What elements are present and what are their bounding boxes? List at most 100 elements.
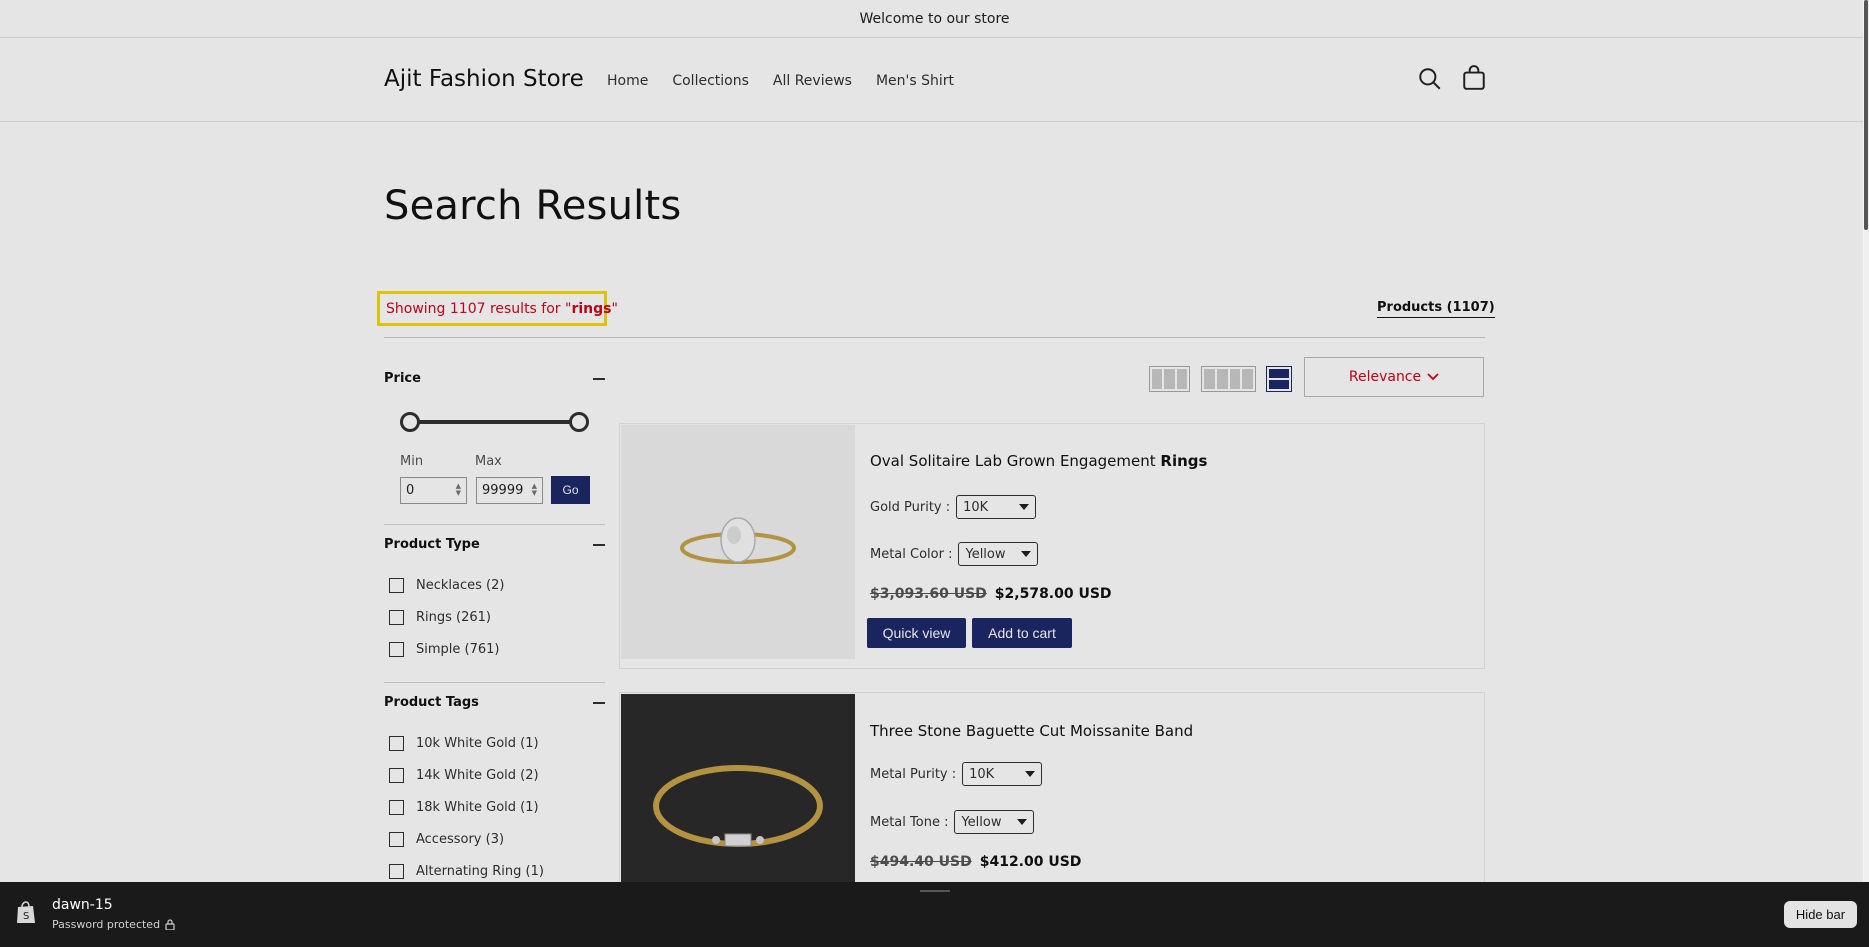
price-slider-min-handle[interactable] (400, 412, 420, 432)
grid-3-layout-button[interactable] (1149, 366, 1190, 392)
product-image-baguette-band[interactable] (621, 694, 855, 882)
checkbox[interactable] (389, 642, 404, 657)
cart-icon[interactable] (1461, 65, 1487, 91)
sale-price: $2,578.00 USD (994, 586, 1112, 602)
price-go-button[interactable]: Go (551, 476, 590, 504)
option-row: Metal Tone : Yellow (870, 810, 1035, 834)
checkbox-label: Simple (761) (416, 642, 500, 657)
checkbox[interactable] (389, 832, 404, 847)
product-type-filter-header[interactable]: Product Type (384, 537, 605, 552)
list-layout-button[interactable] (1266, 366, 1292, 392)
checkbox-label: Alternating Ring (1) (416, 864, 544, 879)
filter-tag[interactable]: 10k White Gold (1) (389, 736, 539, 751)
option-label: Metal Color : (870, 546, 953, 562)
filter-tag[interactable]: 14k White Gold (2) (389, 768, 539, 783)
results-suffix: " (611, 300, 618, 317)
main-nav: Home Collections All Reviews Men's Shirt (607, 73, 978, 89)
metal-color-select[interactable]: Yellow (958, 542, 1039, 566)
nav-mens-shirt[interactable]: Men's Shirt (876, 73, 954, 89)
option-row: Metal Color : Yellow (870, 542, 1039, 566)
hide-bar-button[interactable]: Hide bar (1784, 901, 1857, 928)
chevron-down-icon (1427, 373, 1439, 381)
results-query: rings (571, 300, 612, 317)
search-icon[interactable] (1417, 66, 1443, 92)
svg-text:S: S (23, 911, 29, 922)
shopify-bag-icon: S (17, 901, 35, 923)
checkbox[interactable] (389, 610, 404, 625)
scrollbar-thumb[interactable] (1864, 0, 1868, 230)
product-card: Oval Solitaire Lab Grown Engagement Ring… (619, 423, 1485, 669)
min-price-input[interactable]: 0 ▲ ▼ (400, 477, 467, 504)
sort-dropdown[interactable]: Relevance (1304, 357, 1484, 397)
nav-home[interactable]: Home (607, 73, 648, 89)
stepper-icon[interactable]: ▲ ▼ (532, 483, 537, 497)
lock-icon (165, 919, 175, 930)
announcement-text: Welcome to our store (859, 10, 1010, 27)
price-slider-track[interactable] (410, 420, 580, 424)
tab-products[interactable]: Products (1107) (1377, 300, 1495, 318)
store-name: dawn-15 (52, 897, 113, 913)
checkbox[interactable] (389, 800, 404, 815)
checkbox[interactable] (389, 768, 404, 783)
filter-simple[interactable]: Simple (761) (389, 642, 499, 657)
add-to-cart-button[interactable]: Add to cart (972, 618, 1072, 648)
quick-view-button[interactable]: Quick view (867, 618, 966, 648)
select-value: Yellow (965, 546, 1006, 562)
product-type-heading: Product Type (384, 537, 480, 552)
metal-tone-select[interactable]: Yellow (954, 810, 1035, 834)
filter-rings[interactable]: Rings (261) (389, 610, 491, 625)
preview-admin-bar: S dawn-15 Password protected Hide bar (0, 882, 1869, 947)
collapse-icon[interactable] (593, 377, 605, 380)
nav-collections[interactable]: Collections (672, 73, 749, 89)
filter-necklaces[interactable]: Necklaces (2) (389, 578, 504, 593)
filter-divider (384, 524, 605, 525)
collapse-icon[interactable] (593, 701, 605, 704)
announcement-bar: Welcome to our store (0, 0, 1869, 38)
checkbox[interactable] (389, 578, 404, 593)
max-label: Max (475, 454, 502, 469)
checkbox[interactable] (389, 864, 404, 879)
option-label: Metal Purity : (870, 766, 957, 782)
option-label: Metal Tone : (870, 814, 949, 830)
filter-divider (384, 682, 605, 683)
product-title[interactable]: Three Stone Baguette Cut Moissanite Band (870, 722, 1193, 740)
option-row: Metal Purity : 10K (870, 762, 1043, 786)
price-row: $494.40 USD $412.00 USD (870, 854, 1081, 870)
min-price-value: 0 (406, 483, 415, 498)
product-title[interactable]: Oval Solitaire Lab Grown Engagement Ring… (870, 452, 1207, 470)
checkbox-label: Rings (261) (416, 610, 491, 625)
product-title-text: Three Stone Baguette Cut Moissanite Band (870, 722, 1194, 740)
nav-all-reviews[interactable]: All Reviews (773, 73, 852, 89)
checkbox[interactable] (389, 736, 404, 751)
results-count: Showing 1107 results for " rings " (377, 291, 618, 326)
results-divider (384, 337, 1485, 338)
dropdown-arrow-icon (1021, 551, 1032, 557)
stepper-icon[interactable]: ▲ ▼ (456, 483, 461, 497)
password-status: Password protected (52, 918, 175, 931)
collapse-icon[interactable] (593, 543, 605, 546)
checkbox-label: Necklaces (2) (416, 578, 505, 593)
password-status-text: Password protected (52, 918, 161, 931)
product-tags-heading: Product Tags (384, 695, 479, 710)
filter-tag[interactable]: Accessory (3) (389, 832, 504, 847)
compare-price: $494.40 USD (870, 854, 972, 870)
gold-purity-select[interactable]: 10K (956, 495, 1037, 519)
page-scrollbar[interactable] (1863, 0, 1869, 882)
product-image-oval-ring[interactable] (621, 425, 855, 659)
select-value: Yellow (961, 814, 1002, 830)
select-value: 10K (963, 499, 989, 515)
dropdown-arrow-icon (1019, 504, 1030, 510)
grid-4-layout-button[interactable] (1201, 366, 1256, 392)
max-price-input[interactable]: 99999 ▲ ▼ (476, 477, 543, 504)
price-filter-header[interactable]: Price (384, 371, 605, 386)
filter-tag[interactable]: 18k White Gold (1) (389, 800, 539, 815)
site-header: Ajit Fashion Store Home Collections All … (0, 38, 1869, 122)
filter-tag[interactable]: Alternating Ring (1) (389, 864, 544, 879)
product-tags-filter-header[interactable]: Product Tags (384, 695, 605, 710)
store-logo[interactable]: Ajit Fashion Store (384, 66, 584, 92)
drag-handle[interactable] (920, 890, 950, 892)
metal-purity-select[interactable]: 10K (962, 762, 1043, 786)
option-label: Gold Purity : (870, 499, 951, 515)
compare-price: $3,093.60 USD (870, 586, 987, 602)
price-slider-max-handle[interactable] (569, 412, 589, 432)
